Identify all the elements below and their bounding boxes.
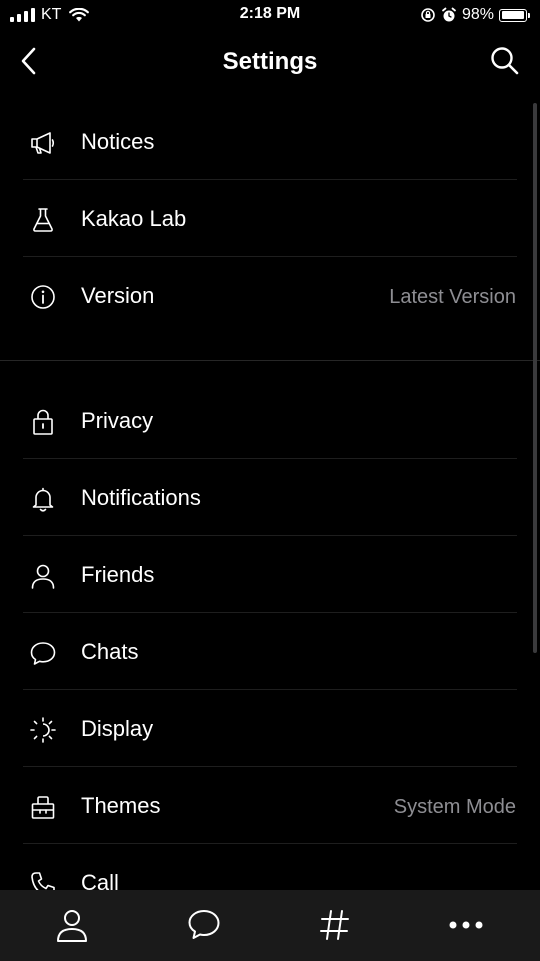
- alarm-icon: [442, 7, 456, 22]
- status-bar: KT 2:18 PM 98%: [0, 0, 540, 30]
- settings-row-privacy[interactable]: Privacy: [0, 382, 540, 459]
- settings-row-label: Kakao Lab: [81, 206, 187, 231]
- settings-row-friends[interactable]: Friends: [0, 536, 540, 613]
- battery-icon: [499, 8, 527, 22]
- settings-row-label: Privacy: [81, 408, 154, 433]
- settings-row-label: Call: [81, 870, 119, 890]
- settings-list[interactable]: Notices Kakao Lab Version Latest Version: [0, 103, 540, 890]
- battery-level: [501, 11, 524, 19]
- scroll-indicator[interactable]: [533, 103, 537, 653]
- settings-row-notices[interactable]: Notices: [0, 103, 540, 180]
- tab-chats[interactable]: [186, 908, 222, 942]
- bell-icon: [28, 484, 58, 514]
- orientation-lock-icon: [421, 8, 435, 22]
- settings-row-label: Chats: [81, 639, 139, 664]
- settings-row-themes[interactable]: Themes System Mode: [0, 767, 540, 844]
- person-icon: [57, 910, 87, 942]
- settings-row-label: Notices: [81, 129, 155, 154]
- settings-row-label: Friends: [81, 562, 155, 587]
- section-divider: [0, 360, 540, 361]
- tab-more[interactable]: [448, 908, 484, 942]
- brightness-icon: [28, 715, 58, 745]
- status-right: 98%: [420, 5, 530, 25]
- battery-tip: [528, 12, 530, 18]
- flask-icon: [28, 205, 58, 235]
- chat-bubble-icon: [188, 910, 220, 939]
- settings-row-value: Latest Version: [389, 286, 516, 308]
- phone-icon: [28, 869, 58, 890]
- settings-row-label: Version: [81, 283, 155, 308]
- settings-row-display[interactable]: Display: [0, 690, 540, 767]
- hashtag-icon: [320, 910, 349, 940]
- settings-row-label: Display: [81, 716, 154, 741]
- megaphone-icon: [28, 128, 58, 158]
- settings-row-label: Themes: [81, 793, 161, 818]
- person-icon: [28, 561, 58, 591]
- palette-icon: [28, 792, 58, 822]
- settings-row-notifications[interactable]: Notifications: [0, 459, 540, 536]
- tab-view[interactable]: [317, 908, 353, 942]
- search-button[interactable]: [488, 44, 522, 78]
- tab-bar: [0, 890, 540, 961]
- settings-row-call[interactable]: Call: [0, 844, 540, 890]
- nav-bar: Settings: [0, 36, 540, 86]
- page-title: Settings: [222, 48, 318, 75]
- settings-row-version[interactable]: Version Latest Version: [0, 257, 540, 334]
- search-icon: [491, 47, 519, 75]
- settings-row-value: System Mode: [393, 796, 516, 818]
- chat-bubble-icon: [28, 638, 58, 668]
- more-icon: [449, 921, 483, 929]
- info-icon: [28, 282, 58, 312]
- tab-friends[interactable]: [54, 908, 90, 942]
- battery-percentage: 98%: [461, 6, 494, 23]
- settings-row-kakao-lab[interactable]: Kakao Lab: [0, 180, 540, 257]
- lock-icon: [28, 407, 58, 437]
- settings-row-label: Notifications: [81, 485, 201, 510]
- settings-row-chats[interactable]: Chats: [0, 613, 540, 690]
